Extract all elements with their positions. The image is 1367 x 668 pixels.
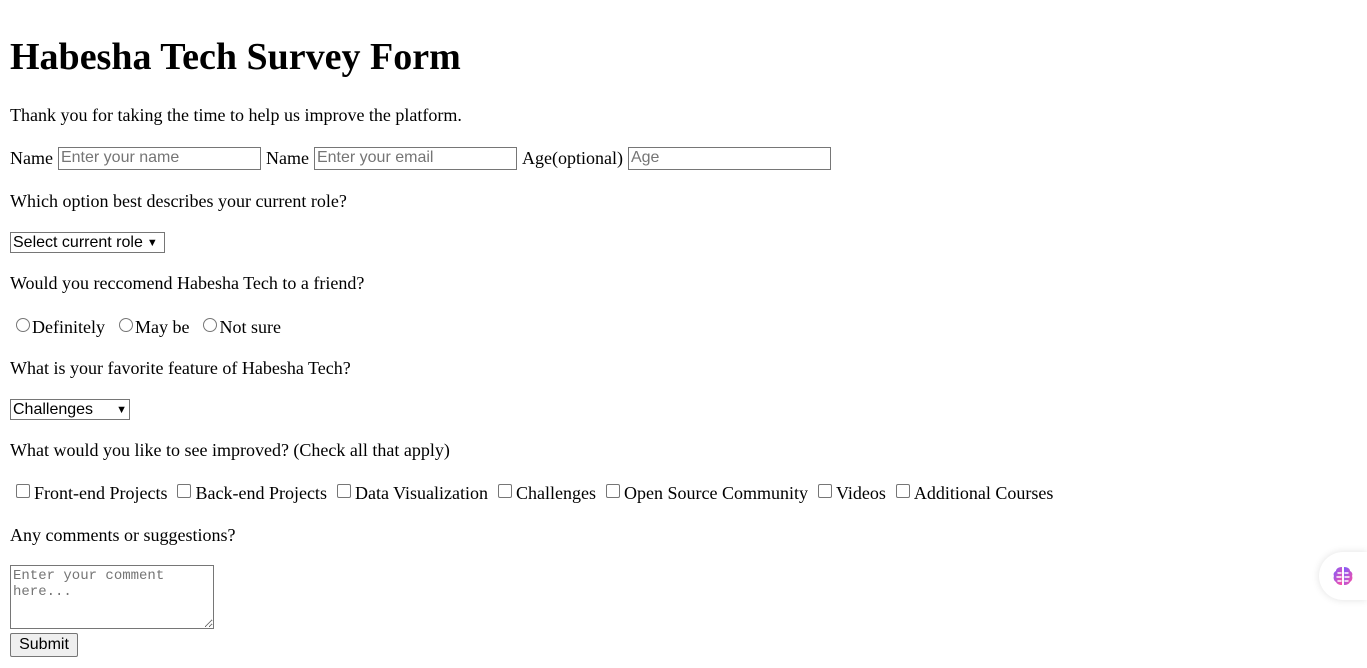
improve-options: Front-end Projects Back-end Projects Dat…	[10, 481, 1057, 505]
checkbox-front-end-projects[interactable]	[16, 484, 30, 498]
submit-button[interactable]: Submit	[10, 633, 78, 657]
feature-question: What is your favorite feature of Habesha…	[10, 358, 351, 378]
checkbox-label-back-end-projects: Back-end Projects	[195, 483, 327, 503]
name-label: Name	[10, 148, 53, 168]
feature-select-value: Challenges	[13, 400, 94, 418]
checkbox-label-front-end-projects: Front-end Projects	[34, 483, 168, 503]
intro-text: Thank you for taking the time to help us…	[10, 105, 462, 125]
checkbox-challenges[interactable]	[498, 484, 513, 498]
age-input[interactable]	[627, 146, 831, 170]
checkbox-label-open-source-community: Open Source Community	[624, 483, 808, 503]
radio-label-maybe: May be	[134, 317, 190, 337]
feature-select[interactable]: Challenges ▼	[10, 399, 130, 420]
chevron-down-icon: ▼	[116, 403, 127, 416]
checkbox-label-challenges: Challenges	[516, 483, 596, 503]
recommend-question: Would you reccomend Habesha Tech to a fr…	[10, 273, 365, 293]
checkbox-additional-courses[interactable]	[895, 484, 910, 498]
radio-label-definitely: Definitely	[32, 317, 105, 337]
checkbox-open-source-community[interactable]	[606, 484, 620, 498]
comments-question: Any comments or suggestions?	[10, 525, 236, 545]
radio-definitely[interactable]	[16, 318, 30, 332]
name-input[interactable]	[57, 146, 261, 170]
page-title: Habesha Tech Survey Form	[10, 36, 461, 78]
assistant-floating-button[interactable]	[1319, 552, 1367, 600]
comments-textarea[interactable]	[10, 565, 214, 629]
checkbox-videos[interactable]	[817, 484, 832, 498]
checkbox-back-end-projects[interactable]	[177, 484, 192, 498]
checkbox-data-visualization[interactable]	[336, 484, 351, 498]
checkbox-label-videos: Videos	[835, 483, 886, 503]
role-question: Which option best describes your current…	[10, 191, 347, 211]
radio-label-not-sure: Not sure	[219, 317, 281, 337]
recommend-options: Definitely May be Not sure	[10, 315, 289, 339]
role-select[interactable]: Select current role ▼	[10, 232, 165, 253]
email-label: Name	[265, 148, 309, 168]
role-select-value: Select current role	[13, 233, 143, 251]
chevron-down-icon: ▼	[146, 236, 158, 249]
radio-maybe[interactable]	[118, 318, 133, 332]
brain-icon	[1333, 567, 1353, 585]
personal-info-row: Name Name Age(optional)	[10, 145, 836, 171]
checkbox-label-data-visualization: Data Visualization	[354, 483, 489, 503]
email-input[interactable]	[313, 146, 517, 170]
checkbox-label-additional-courses: Additional Courses	[913, 483, 1054, 503]
radio-not-sure[interactable]	[203, 318, 218, 332]
improve-question: What would you like to see improved? (Ch…	[10, 440, 450, 460]
age-label: Age(optional)	[521, 148, 623, 168]
